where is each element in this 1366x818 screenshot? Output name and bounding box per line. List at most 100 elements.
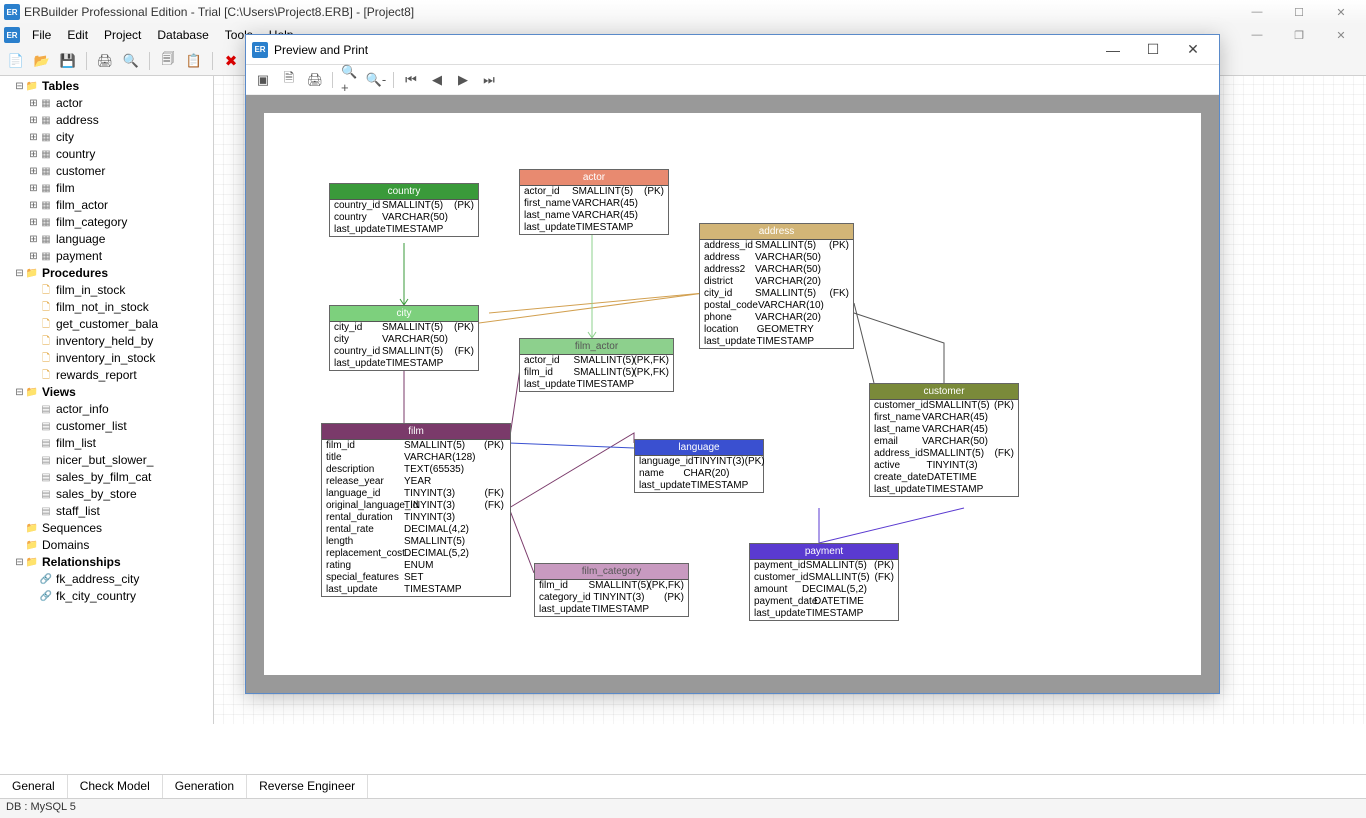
er-col: last_updateTIMESTAMP (750, 608, 898, 620)
mdi-close-button[interactable]: ✕ (1320, 25, 1362, 45)
tree-table-film_actor[interactable]: ⊞▦film_actor (28, 197, 213, 214)
er-col: districtVARCHAR(20) (700, 276, 853, 288)
tree-table-language[interactable]: ⊞▦language (28, 231, 213, 248)
er-table-language[interactable]: languagelanguage_idTINYINT(3)(PK)nameCHA… (634, 439, 764, 493)
dialog-icon: ER (252, 42, 268, 58)
er-col: last_updateTIMESTAMP (870, 484, 1018, 496)
tab-generation[interactable]: Generation (163, 775, 247, 798)
delete-icon[interactable]: ✖ (221, 51, 241, 71)
dlg-maximize-button[interactable]: ☐ (1133, 36, 1173, 64)
er-table-film_category[interactable]: film_categoryfilm_idSMALLINT(5)(PK,FK)ca… (534, 563, 689, 617)
last-page-icon[interactable]: ⏭ (480, 71, 498, 89)
menu-database[interactable]: Database (149, 26, 216, 44)
tree-sequences[interactable]: 📁Sequences (14, 520, 213, 537)
zoom-out-icon[interactable]: 🔍- (367, 71, 385, 89)
tree-proc-film_not_in_stock[interactable]: 🗋film_not_in_stock (28, 299, 213, 316)
minimize-button[interactable]: — (1236, 2, 1278, 22)
tree-table-film_category[interactable]: ⊞▦film_category (28, 214, 213, 231)
er-col: countryVARCHAR(50) (330, 212, 478, 224)
er-table-country[interactable]: countrycountry_idSMALLINT(5)(PK)countryV… (329, 183, 479, 237)
preview-dialog: ER Preview and Print — ☐ ✕ ▣ 🗎 🖨 🔍+ 🔍- ⏮… (245, 34, 1220, 694)
image-icon[interactable]: ▣ (254, 71, 272, 89)
mdi-restore-button[interactable]: ❐ (1278, 25, 1320, 45)
print-icon[interactable]: 🖨 (306, 71, 324, 89)
er-header: actor (520, 170, 668, 186)
er-header: country (330, 184, 478, 200)
tree-proc-get_customer_bala[interactable]: 🗋get_customer_bala (28, 316, 213, 333)
prev-page-icon[interactable]: ◀ (428, 71, 446, 89)
dlg-close-button[interactable]: ✕ (1173, 36, 1213, 64)
tree-procedures[interactable]: ⊟📁Procedures (14, 265, 213, 282)
maximize-button[interactable]: ☐ (1278, 2, 1320, 22)
tree-relationships[interactable]: ⊟📁Relationships (14, 554, 213, 571)
er-col: amountDECIMAL(5,2) (750, 584, 898, 596)
zoom-in-icon[interactable]: 🔍+ (341, 71, 359, 89)
dialog-title: Preview and Print (274, 43, 368, 57)
dlg-minimize-button[interactable]: — (1093, 36, 1133, 64)
tree-table-city[interactable]: ⊞▦city (28, 129, 213, 146)
first-page-icon[interactable]: ⏮ (402, 71, 420, 89)
tree-views[interactable]: ⊟📁Views (14, 384, 213, 401)
tree-table-payment[interactable]: ⊞▦payment (28, 248, 213, 265)
er-col: nameCHAR(20) (635, 468, 763, 480)
er-header: address (700, 224, 853, 240)
new-file-icon[interactable]: 📄 (6, 51, 26, 71)
tree-view-film_list[interactable]: ▤film_list (28, 435, 213, 452)
menu-file[interactable]: File (24, 26, 59, 44)
er-table-film[interactable]: filmfilm_idSMALLINT(5)(PK)titleVARCHAR(1… (321, 423, 511, 597)
mdi-minimize-button[interactable]: — (1236, 25, 1278, 45)
er-table-payment[interactable]: paymentpayment_idSMALLINT(5)(PK)customer… (749, 543, 899, 621)
tab-check-model[interactable]: Check Model (68, 775, 163, 798)
tree-table-country[interactable]: ⊞▦country (28, 146, 213, 163)
open-icon[interactable]: 📂 (32, 51, 52, 71)
tree-domains[interactable]: 📁Domains (14, 537, 213, 554)
tree-table-actor[interactable]: ⊞▦actor (28, 95, 213, 112)
er-col: last_updateTIMESTAMP (330, 224, 478, 236)
print-icon[interactable]: 🖨 (95, 51, 115, 71)
tree-view-actor_info[interactable]: ▤actor_info (28, 401, 213, 418)
er-table-customer[interactable]: customercustomer_idSMALLINT(5)(PK)first_… (869, 383, 1019, 497)
dialog-titlebar[interactable]: ER Preview and Print — ☐ ✕ (246, 35, 1219, 65)
export-icon[interactable]: 🗎 (280, 71, 298, 89)
menu-project[interactable]: Project (96, 26, 149, 44)
tree-rel-fk_address_city[interactable]: 🔗fk_address_city (28, 571, 213, 588)
close-button[interactable]: ✕ (1320, 2, 1362, 22)
er-table-city[interactable]: citycity_idSMALLINT(5)(PK)cityVARCHAR(50… (329, 305, 479, 371)
er-col: last_updateTIMESTAMP (520, 379, 673, 391)
er-table-actor[interactable]: actoractor_idSMALLINT(5)(PK)first_nameVA… (519, 169, 669, 235)
er-col: activeTINYINT(3) (870, 460, 1018, 472)
copy-icon[interactable]: 🗐 (158, 51, 178, 71)
tree-proc-inventory_held_by[interactable]: 🗋inventory_held_by (28, 333, 213, 350)
save-icon[interactable]: 💾 (58, 51, 78, 71)
tree-tables[interactable]: ⊟📁Tables (14, 78, 213, 95)
er-header: film_category (535, 564, 688, 580)
er-col: rental_rateDECIMAL(4,2) (322, 524, 510, 536)
tree-sidebar[interactable]: ⊟📁Tables ⊞▦actor⊞▦address⊞▦city⊞▦country… (0, 76, 214, 724)
tree-proc-rewards_report[interactable]: 🗋rewards_report (28, 367, 213, 384)
tree-table-address[interactable]: ⊞▦address (28, 112, 213, 129)
tab-general[interactable]: General (0, 775, 68, 798)
tree-table-customer[interactable]: ⊞▦customer (28, 163, 213, 180)
tree-table-film[interactable]: ⊞▦film (28, 180, 213, 197)
er-col: last_updateTIMESTAMP (322, 584, 510, 596)
tree-view-nicer_but_slower_[interactable]: ▤nicer_but_slower_ (28, 452, 213, 469)
paste-icon[interactable]: 📋 (184, 51, 204, 71)
er-table-film_actor[interactable]: film_actoractor_idSMALLINT(5)(PK,FK)film… (519, 338, 674, 392)
preview-icon[interactable]: 🔍 (121, 51, 141, 71)
menu-edit[interactable]: Edit (59, 26, 96, 44)
tree-proc-inventory_in_stock[interactable]: 🗋inventory_in_stock (28, 350, 213, 367)
tree-view-sales_by_film_cat[interactable]: ▤sales_by_film_cat (28, 469, 213, 486)
tree-view-sales_by_store[interactable]: ▤sales_by_store (28, 486, 213, 503)
tree-rel-fk_city_country[interactable]: 🔗fk_city_country (28, 588, 213, 605)
er-col: address2VARCHAR(50) (700, 264, 853, 276)
er-table-address[interactable]: addressaddress_idSMALLINT(5)(PK)addressV… (699, 223, 854, 349)
er-col: last_nameVARCHAR(45) (870, 424, 1018, 436)
tree-proc-film_in_stock[interactable]: 🗋film_in_stock (28, 282, 213, 299)
preview-body: countrycountry_idSMALLINT(5)(PK)countryV… (246, 95, 1219, 693)
tree-view-customer_list[interactable]: ▤customer_list (28, 418, 213, 435)
er-col: locationGEOMETRY (700, 324, 853, 336)
next-page-icon[interactable]: ▶ (454, 71, 472, 89)
tab-reverse-engineer[interactable]: Reverse Engineer (247, 775, 368, 798)
tree-view-staff_list[interactable]: ▤staff_list (28, 503, 213, 520)
er-header: city (330, 306, 478, 322)
